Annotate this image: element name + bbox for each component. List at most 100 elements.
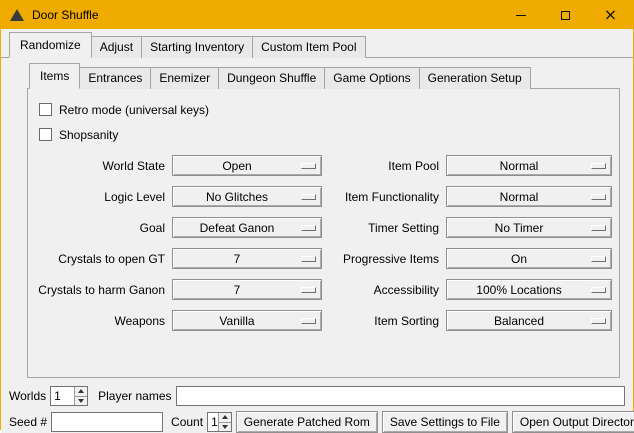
dropdown-indicator-icon	[301, 194, 316, 200]
crystals-harm-ganon-value: 7	[173, 283, 301, 297]
progressive-items-dropdown[interactable]: On	[446, 248, 612, 269]
tab-randomize[interactable]: Randomize	[9, 32, 92, 58]
window-title: Door Shuffle	[32, 8, 498, 22]
player-names-label: Player names	[98, 389, 171, 403]
count-spin-arrows	[218, 413, 231, 431]
main-tab-bar: Randomize Adjust Starting Inventory Cust…	[1, 32, 633, 58]
count-spinbox[interactable]: 1	[207, 412, 232, 432]
app-icon	[10, 9, 24, 21]
logic-level-dropdown[interactable]: No Glitches	[172, 186, 322, 207]
accessibility-dropdown[interactable]: 100% Locations	[446, 279, 612, 300]
count-spin-up-button[interactable]	[219, 413, 231, 422]
sub-tab-bar: Items Entrances Enemizer Dungeon Shuffle…	[27, 63, 620, 89]
goal-label: Goal	[37, 221, 165, 235]
tab-custom-item-pool[interactable]: Custom Item Pool	[252, 36, 365, 58]
seed-input[interactable]	[51, 412, 163, 432]
item-functionality-label: Item Functionality	[329, 190, 439, 204]
randomize-pane: Items Entrances Enemizer Dungeon Shuffle…	[1, 57, 633, 433]
tab-entrances[interactable]: Entrances	[79, 67, 151, 89]
worlds-spinbox[interactable]: 1	[50, 386, 88, 406]
settings-notebook: Items Entrances Enemizer Dungeon Shuffle…	[27, 63, 620, 378]
tab-enemizer[interactable]: Enemizer	[150, 67, 219, 89]
tab-starting-inventory[interactable]: Starting Inventory	[141, 36, 253, 58]
arrow-up-icon	[222, 415, 228, 419]
dropdown-indicator-icon	[301, 287, 316, 293]
tab-dungeon-shuffle[interactable]: Dungeon Shuffle	[218, 67, 325, 89]
item-functionality-dropdown[interactable]: Normal	[446, 186, 612, 207]
logic-level-label: Logic Level	[37, 190, 165, 204]
crystals-open-gt-dropdown[interactable]: 7	[172, 248, 322, 269]
dropdown-indicator-icon	[301, 318, 316, 324]
dropdown-indicator-icon	[591, 225, 606, 231]
tab-game-options[interactable]: Game Options	[324, 67, 419, 89]
minimize-button[interactable]	[498, 1, 543, 29]
player-names-input[interactable]	[176, 386, 626, 406]
progressive-items-value: On	[447, 252, 591, 266]
arrow-down-icon	[78, 399, 84, 403]
item-pool-dropdown[interactable]: Normal	[446, 155, 612, 176]
app-window: Door Shuffle × Randomize Adjust Starting…	[0, 0, 634, 430]
arrow-down-icon	[222, 425, 228, 429]
progressive-items-label: Progressive Items	[329, 252, 439, 266]
worlds-label: Worlds	[9, 389, 46, 403]
item-pool-label: Item Pool	[329, 159, 439, 173]
arrow-up-icon	[78, 389, 84, 393]
count-value: 1	[208, 413, 218, 431]
timer-setting-label: Timer Setting	[329, 221, 439, 235]
weapons-label: Weapons	[37, 314, 165, 328]
titlebar: Door Shuffle ×	[1, 1, 633, 29]
weapons-value: Vanilla	[173, 314, 301, 328]
logic-level-value: No Glitches	[173, 190, 301, 204]
maximize-button[interactable]	[543, 1, 588, 29]
world-state-label: World State	[37, 159, 165, 173]
crystals-open-gt-value: 7	[173, 252, 301, 266]
accessibility-label: Accessibility	[329, 283, 439, 297]
tab-adjust[interactable]: Adjust	[91, 36, 142, 58]
dropdown-indicator-icon	[591, 163, 606, 169]
dropdown-indicator-icon	[301, 225, 316, 231]
world-state-dropdown[interactable]: Open	[172, 155, 322, 176]
crystals-open-gt-label: Crystals to open GT	[37, 252, 165, 266]
crystals-harm-ganon-label: Crystals to harm Ganon	[37, 283, 165, 297]
retro-mode-label: Retro mode (universal keys)	[59, 103, 209, 117]
dropdown-indicator-icon	[301, 163, 316, 169]
dropdown-indicator-icon	[591, 194, 606, 200]
options-grid: World State Open Item Pool Normal Logic …	[37, 155, 610, 331]
item-pool-value: Normal	[447, 159, 591, 173]
item-sorting-label: Item Sorting	[329, 314, 439, 328]
goal-dropdown[interactable]: Defeat Ganon	[172, 217, 322, 238]
worlds-spin-up-button[interactable]	[75, 387, 87, 396]
worlds-row: Worlds 1 Player names	[9, 385, 627, 407]
dropdown-indicator-icon	[591, 287, 606, 293]
item-functionality-value: Normal	[447, 190, 591, 204]
timer-setting-dropdown[interactable]: No Timer	[446, 217, 612, 238]
tab-items[interactable]: Items	[29, 63, 80, 89]
item-sorting-value: Balanced	[447, 314, 591, 328]
bottom-controls: Worlds 1 Player names Seed # Count 1	[1, 378, 633, 433]
item-sorting-dropdown[interactable]: Balanced	[446, 310, 612, 331]
minimize-icon	[516, 15, 526, 16]
shopsanity-checkbox[interactable]	[39, 128, 52, 141]
worlds-spin-down-button[interactable]	[75, 396, 87, 406]
worlds-value: 1	[51, 387, 74, 405]
dropdown-indicator-icon	[591, 318, 606, 324]
count-label: Count	[171, 415, 203, 429]
tab-generation-setup[interactable]: Generation Setup	[419, 67, 531, 89]
close-button[interactable]: ×	[588, 1, 633, 29]
world-state-value: Open	[173, 159, 301, 173]
retro-mode-checkbox[interactable]	[39, 103, 52, 116]
worlds-spin-arrows	[74, 387, 87, 405]
window-controls: ×	[498, 1, 633, 29]
shopsanity-checkbox-row[interactable]: Shopsanity	[37, 122, 610, 147]
close-icon: ×	[604, 7, 617, 23]
weapons-dropdown[interactable]: Vanilla	[172, 310, 322, 331]
dropdown-indicator-icon	[301, 256, 316, 262]
crystals-harm-ganon-dropdown[interactable]: 7	[172, 279, 322, 300]
maximize-icon	[561, 11, 570, 20]
timer-setting-value: No Timer	[447, 221, 591, 235]
items-panel: Retro mode (universal keys) Shopsanity W…	[27, 88, 620, 378]
retro-mode-checkbox-row[interactable]: Retro mode (universal keys)	[37, 97, 610, 122]
goal-value: Defeat Ganon	[173, 221, 301, 235]
seed-label: Seed #	[9, 415, 47, 429]
dropdown-indicator-icon	[591, 256, 606, 262]
